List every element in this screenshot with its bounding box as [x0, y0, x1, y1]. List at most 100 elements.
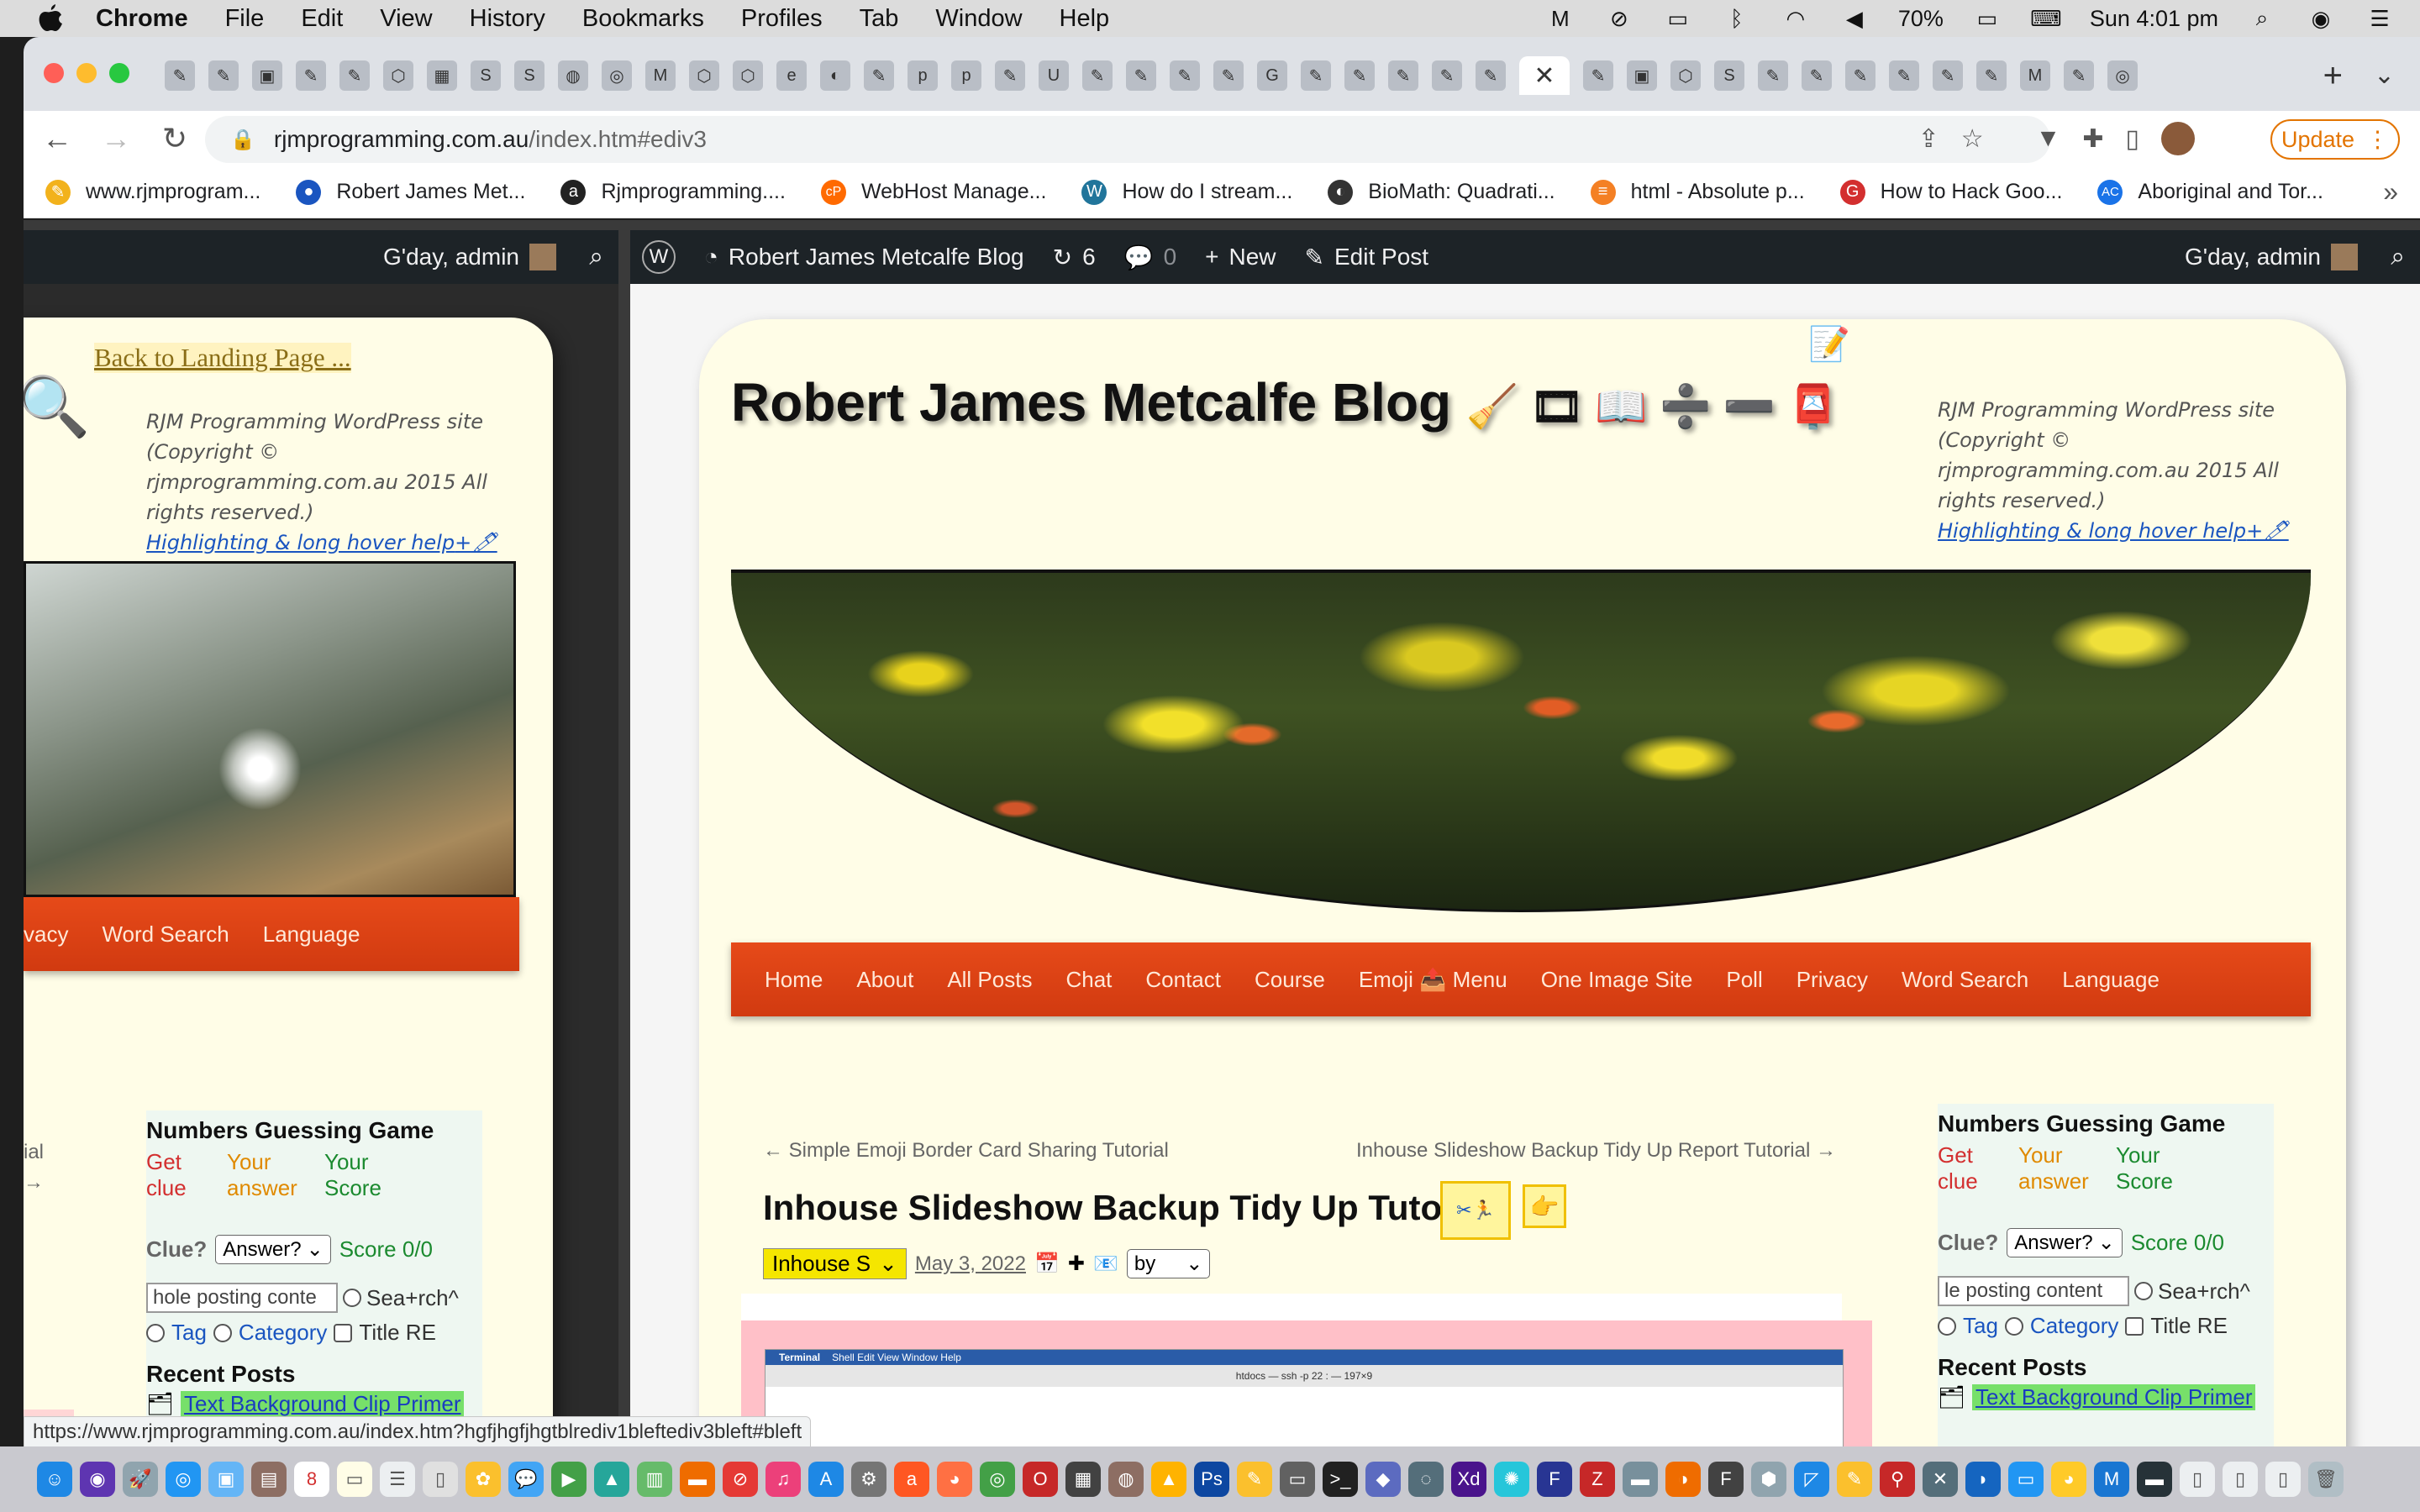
tab-favicon-icon[interactable]: ✎	[339, 60, 370, 91]
bluetooth-icon[interactable]: ᛒ	[1722, 3, 1752, 34]
menu-bookmarks[interactable]: Bookmarks	[582, 5, 704, 33]
tab-favicon-icon[interactable]: ✎	[1889, 60, 1919, 91]
category-radio[interactable]	[213, 1323, 232, 1342]
tab-favicon-icon[interactable]: ⬡	[689, 60, 719, 91]
tab-favicon-icon[interactable]: ⬡	[733, 60, 763, 91]
finder-icon[interactable]: ☺	[37, 1462, 72, 1497]
search-icon[interactable]: ⌕	[2391, 243, 2405, 271]
photoshop-icon[interactable]: Ps	[1194, 1462, 1229, 1497]
menu-window[interactable]: Window	[935, 5, 1022, 33]
audio-icon[interactable]: ◑	[1665, 1462, 1701, 1497]
tab-favicon-icon[interactable]: ✎	[1344, 60, 1375, 91]
admin-edit-post[interactable]: ✎ Edit Post	[1305, 244, 1429, 271]
grapher-icon[interactable]: ◌	[1408, 1462, 1444, 1497]
admin-new[interactable]: + New	[1205, 244, 1276, 270]
bookmark-item[interactable]: AC Aboriginal and Tor...	[2097, 179, 2323, 205]
tab-favicon-icon[interactable]: ✎	[1845, 60, 1876, 91]
title-re-checkbox[interactable]	[2125, 1316, 2144, 1336]
scripter-icon[interactable]: ✎	[1237, 1462, 1272, 1497]
calendar-icon[interactable]: 📅	[1034, 1252, 1060, 1276]
battery-percent[interactable]: 70%	[1898, 6, 1944, 32]
numbers-icon[interactable]: ▥	[637, 1462, 672, 1497]
lock-icon[interactable]: 🔒	[230, 128, 255, 152]
side-fragment-arrow[interactable]: →	[24, 1171, 44, 1194]
reload-icon[interactable]: ↻	[150, 113, 200, 164]
category-radio[interactable]	[2004, 1316, 2023, 1336]
address-bar[interactable]: 🔒 rjmprogramming.com.au /index.htm#ediv3	[205, 116, 2050, 163]
admin-updates[interactable]: ↻ 6	[1053, 244, 1096, 271]
control-center-icon[interactable]: ☰	[2365, 3, 2395, 34]
keynote-icon[interactable]: ▬	[680, 1462, 715, 1497]
tab-favicon-icon[interactable]: U	[1039, 60, 1069, 91]
no-entry-icon[interactable]: ⊘	[1604, 3, 1634, 34]
extension-v-icon[interactable]: ▼	[2036, 124, 2061, 153]
spotlight-search-icon[interactable]: ⌕	[2247, 3, 2277, 34]
pencil-app-icon[interactable]: ✎	[1837, 1462, 1872, 1497]
bookmarks-overflow-icon[interactable]: »	[2383, 176, 2398, 207]
nav-word-search[interactable]: Word Search	[102, 921, 229, 948]
plus-pencil-icon[interactable]: +🖊	[455, 531, 497, 554]
photos-icon[interactable]: ✿	[466, 1462, 501, 1497]
battery-icon[interactable]: ▭	[1972, 3, 2002, 34]
menu-tab[interactable]: Tab	[860, 5, 899, 33]
answer-select[interactable]: Answer? ⌄	[2007, 1228, 2123, 1257]
tab-favicon-icon[interactable]: ✎	[1170, 60, 1200, 91]
font-icon[interactable]: F	[1708, 1462, 1744, 1497]
apple-menu-icon[interactable]	[34, 2, 67, 35]
share-icon[interactable]: ⇪	[1918, 124, 1939, 154]
tab-favicon-icon[interactable]: p	[908, 60, 938, 91]
wifi-icon[interactable]: ◠	[1781, 3, 1811, 34]
reminders-icon[interactable]: ☰	[380, 1462, 415, 1497]
window-minimize-button[interactable]	[76, 63, 97, 83]
calendar-icon[interactable]: 8	[294, 1462, 329, 1497]
x-app-icon[interactable]: ✕	[1923, 1462, 1958, 1497]
app-store-icon[interactable]: A	[808, 1462, 844, 1497]
plus-icon[interactable]: ✚	[1068, 1252, 1085, 1276]
airplay-icon[interactable]: ▭	[1663, 3, 1693, 34]
volume-icon[interactable]: ◀	[1839, 3, 1870, 34]
recent-post-link[interactable]: Text Background Clip Primer	[1972, 1384, 2256, 1410]
window-zoom-button[interactable]	[109, 63, 129, 83]
app-a-icon[interactable]: a	[894, 1462, 929, 1497]
preview-icon[interactable]: ▣	[208, 1462, 244, 1497]
bookmark-item[interactable]: ● Robert James Met...	[296, 179, 525, 205]
nav-privacy[interactable]: Privacy	[1797, 967, 1868, 993]
tab-favicon-icon[interactable]: ✎	[864, 60, 894, 91]
chrome-icon[interactable]: ◎	[980, 1462, 1015, 1497]
keyboard-icon[interactable]: ⌨	[2030, 3, 2062, 34]
tab-favicon-icon[interactable]: ✎	[1933, 60, 1963, 91]
magnifier-icon[interactable]: 🔍	[24, 373, 90, 442]
siri-icon[interactable]: ◉	[80, 1462, 115, 1497]
nav-home[interactable]: Home	[765, 967, 823, 993]
admin-comments[interactable]: 💬 0	[1124, 244, 1176, 271]
bookmark-star-icon[interactable]: ☆	[1961, 124, 1984, 154]
nav-course[interactable]: Course	[1255, 967, 1325, 993]
tab-favicon-icon[interactable]: G	[1257, 60, 1287, 91]
get-clue-link[interactable]: Get clue	[1938, 1142, 1996, 1194]
siri-icon[interactable]: ◉	[2306, 3, 2336, 34]
nav-about[interactable]: About	[856, 967, 913, 993]
back-arrow-icon[interactable]: ←	[32, 113, 82, 164]
utility-icon[interactable]: ▭	[1280, 1462, 1315, 1497]
menu-help[interactable]: Help	[1060, 5, 1110, 33]
firefox-icon[interactable]: ◕	[937, 1462, 972, 1497]
search-radio[interactable]	[343, 1289, 361, 1307]
menu-edit[interactable]: Edit	[301, 5, 343, 33]
filezilla-icon[interactable]: Z	[1580, 1462, 1615, 1497]
lasso-icon[interactable]: ◸	[1794, 1462, 1829, 1497]
tab-favicon-icon[interactable]: ✎	[1213, 60, 1244, 91]
tab-favicon-icon[interactable]: ◎	[602, 60, 632, 91]
by-select[interactable]: by ⌄	[1126, 1249, 1211, 1278]
extensions-puzzle-icon[interactable]: ✚	[2082, 124, 2103, 154]
get-clue-link[interactable]: Get clue	[146, 1149, 205, 1201]
tab-favicon-icon[interactable]: S	[471, 60, 501, 91]
tab-favicon-icon[interactable]: ✎	[1583, 60, 1613, 91]
back-to-landing-link[interactable]: Back to Landing Page ...	[94, 343, 351, 373]
notes-icon[interactable]: ▭	[337, 1462, 372, 1497]
nav-language[interactable]: Language	[2062, 967, 2160, 993]
wine-icon[interactable]: ⚲	[1880, 1462, 1915, 1497]
notes-brown-icon[interactable]: ▤	[251, 1462, 287, 1497]
m-app-icon[interactable]: M	[2094, 1462, 2129, 1497]
tab-favicon-icon[interactable]: ▦	[427, 60, 457, 91]
system-preferences-icon[interactable]: ⚙	[851, 1462, 886, 1497]
